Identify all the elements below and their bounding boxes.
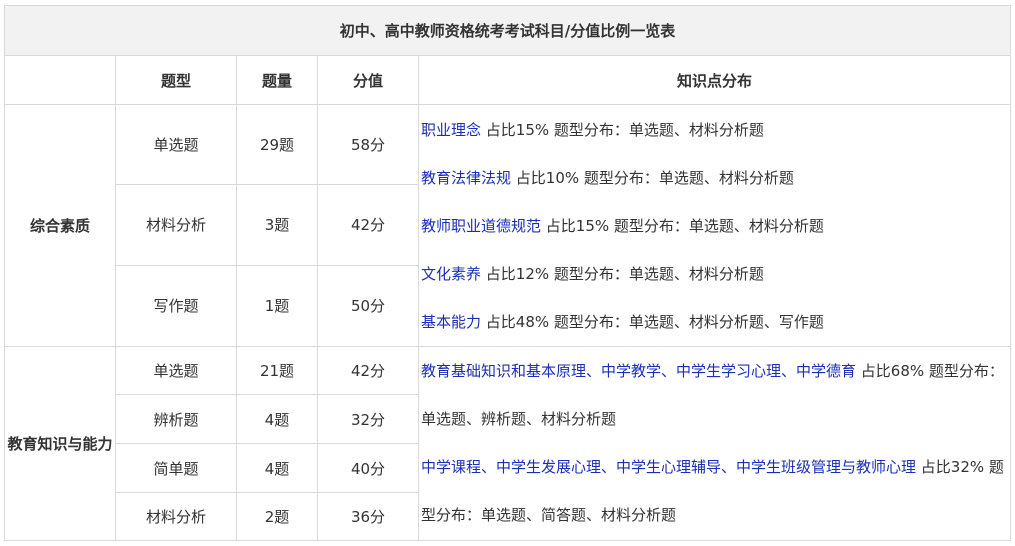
header-count: 题量 [236,55,318,105]
cell-score: 42分 [317,184,419,266]
cell-score: 58分 [317,103,419,186]
knowledge-link[interactable]: 文化素养 [421,265,481,283]
header-blank [4,55,116,105]
knowledge-detail: 占比15% 题型分布：单选题、材料分析题 [541,217,824,235]
header-row: 题型 题量 分值 知识点分布 [4,55,1011,105]
knowledge-item: 文化素养 占比12% 题型分布：单选题、材料分析题 [421,250,1006,298]
cell-count: 3题 [236,184,318,266]
knowledge-link[interactable]: 基本能力 [421,313,481,331]
knowledge-cell-education: 教育基础知识和基本原理、中学教学、中学生学习心理、中学德育 占比68% 题型分布… [418,346,1011,541]
group-name-education: 教育知识与能力 [4,346,116,541]
cell-type: 材料分析 [115,184,237,266]
cell-count: 21题 [236,346,318,395]
knowledge-detail: 占比15% 题型分布：单选题、材料分析题 [481,121,764,139]
knowledge-cell-comprehensive: 职业理念 占比15% 题型分布：单选题、材料分析题 教育法律法规 占比10% 题… [418,104,1011,347]
knowledge-item: 教育基础知识和基本原理、中学教学、中学生学习心理、中学德育 占比68% 题型分布… [421,347,1006,443]
knowledge-detail: 占比10% 题型分布：单选题、材料分析题 [511,169,794,187]
knowledge-link[interactable]: 职业理念 [421,121,481,139]
cell-type: 辨析题 [115,394,237,444]
knowledge-link[interactable]: 中学课程、中学生发展心理、中学生心理辅导、中学生班级管理与教师心理 [421,458,916,476]
knowledge-item: 教育法律法规 占比10% 题型分布：单选题、材料分析题 [421,154,1006,202]
cell-count: 4题 [236,443,318,493]
cell-count: 1题 [236,264,318,348]
cell-score: 50分 [317,264,419,348]
knowledge-item: 中学课程、中学生发展心理、中学生心理辅导、中学生班级管理与教师心理 占比32% … [421,443,1006,539]
knowledge-link[interactable]: 教师职业道德规范 [421,217,541,235]
exam-subjects-table: 初中、高中教师资格统考考试科目/分值比例一览表 题型 题量 分值 知识点分布 综… [4,5,1011,541]
cell-type: 简单题 [115,443,237,493]
cell-score: 36分 [317,492,419,541]
group-name-comprehensive: 综合素质 [4,104,116,347]
cell-type: 单选题 [115,103,237,186]
cell-score: 40分 [317,443,419,493]
cell-type: 单选题 [115,346,237,395]
knowledge-item: 基本能力 占比48% 题型分布：单选题、材料分析题、写作题 [421,298,1006,346]
knowledge-item: 教师职业道德规范 占比15% 题型分布：单选题、材料分析题 [421,202,1006,250]
knowledge-detail: 占比12% 题型分布：单选题、材料分析题 [481,265,764,283]
cell-count: 29题 [236,103,318,186]
knowledge-detail: 占比48% 题型分布：单选题、材料分析题、写作题 [481,313,824,331]
header-score: 分值 [317,55,419,105]
table-row: 综合素质 单选题 29题 58分 职业理念 占比15% 题型分布：单选题、材料分… [4,103,1011,347]
header-type: 题型 [115,55,237,105]
cell-type: 材料分析 [115,492,237,541]
table-title: 初中、高中教师资格统考考试科目/分值比例一览表 [4,5,1011,56]
knowledge-link[interactable]: 教育法律法规 [421,169,511,187]
knowledge-link[interactable]: 教育基础知识和基本原理、中学教学、中学生学习心理、中学德育 [421,362,856,380]
cell-score: 42分 [317,346,419,395]
cell-type: 写作题 [115,264,237,348]
cell-score: 32分 [317,394,419,444]
knowledge-item: 职业理念 占比15% 题型分布：单选题、材料分析题 [421,106,1006,154]
header-knowledge: 知识点分布 [418,55,1011,105]
table-row: 教育知识与能力 单选题 21题 42分 教育基础知识和基本原理、中学教学、中学生… [4,346,1011,541]
cell-count: 2题 [236,492,318,541]
cell-count: 4题 [236,394,318,444]
